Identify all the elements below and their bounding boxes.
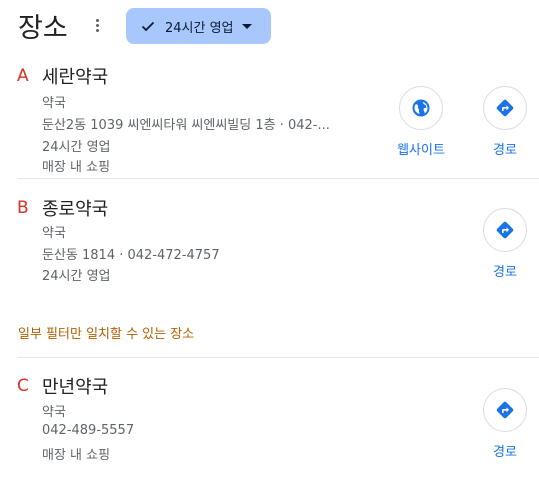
results-header: 장소 24시간 영업 xyxy=(0,0,539,56)
place-phone: 042-489-5557 xyxy=(42,423,135,438)
more-vert-dot xyxy=(95,29,99,32)
website-label[interactable]: 웹사이트 xyxy=(385,139,457,158)
directions-label[interactable]: 경로 xyxy=(469,139,539,158)
chip-label: 24시간 영업 xyxy=(165,20,234,36)
directions-label[interactable]: 경로 xyxy=(469,261,539,280)
place-category: 약국 xyxy=(42,96,66,111)
place-letter: B xyxy=(17,198,29,218)
divider xyxy=(17,357,539,358)
check-icon xyxy=(141,21,155,32)
dropdown-arrow-icon xyxy=(241,23,252,29)
directions-circle[interactable] xyxy=(483,388,527,432)
open-24h-filter-chip[interactable]: 24시간 영업 xyxy=(126,8,271,44)
place-hours: 24시간 영업 xyxy=(42,140,111,155)
place-name[interactable]: 세란약국 xyxy=(42,63,108,89)
divider xyxy=(17,178,539,179)
directions-circle[interactable] xyxy=(483,86,527,130)
place-card-b[interactable]: B 종로약국 약국 둔산동 1814 · 042-472-4757 24시간 영… xyxy=(0,198,539,288)
partial-match-note: 일부 필터만 일치할 수 있는 장소 xyxy=(18,327,195,342)
place-category: 약국 xyxy=(42,226,66,241)
page-title: 장소 xyxy=(18,13,68,44)
place-address: 둔산동 1814 · 042-472-4757 xyxy=(42,248,220,263)
directions-circle[interactable] xyxy=(483,208,527,252)
place-category: 약국 xyxy=(42,405,66,420)
directions-icon xyxy=(496,221,514,239)
place-hours: 24시간 영업 xyxy=(42,269,111,284)
directions-button[interactable]: 경로 xyxy=(469,86,539,158)
more-vert-icon xyxy=(95,19,99,22)
place-service: 매장 내 쇼핑 xyxy=(42,160,111,175)
directions-label[interactable]: 경로 xyxy=(469,441,539,460)
place-address: 둔산2동 1039 씨엔씨타워 씨엔씨빌딩 1층 · 042-... xyxy=(42,118,330,133)
place-name[interactable]: 종로약국 xyxy=(42,195,108,221)
place-card-a[interactable]: A 세란약국 약국 둔산2동 1039 씨엔씨타워 씨엔씨빌딩 1층 · 042… xyxy=(0,66,539,179)
website-button[interactable]: 웹사이트 xyxy=(385,86,457,158)
more-vert-dot xyxy=(95,24,99,27)
place-letter: C xyxy=(17,376,29,396)
globe-icon xyxy=(412,99,430,117)
more-options-button[interactable] xyxy=(89,17,105,37)
place-service: 매장 내 쇼핑 xyxy=(42,448,111,463)
place-name[interactable]: 만년약국 xyxy=(42,373,108,399)
directions-button[interactable]: 경로 xyxy=(469,208,539,280)
directions-button[interactable]: 경로 xyxy=(469,388,539,460)
website-circle[interactable] xyxy=(399,86,443,130)
place-card-c[interactable]: C 만년약국 약국 042-489-5557 매장 내 쇼핑 경로 xyxy=(0,376,539,471)
directions-icon xyxy=(496,401,514,419)
directions-icon xyxy=(496,99,514,117)
place-letter: A xyxy=(17,66,29,86)
